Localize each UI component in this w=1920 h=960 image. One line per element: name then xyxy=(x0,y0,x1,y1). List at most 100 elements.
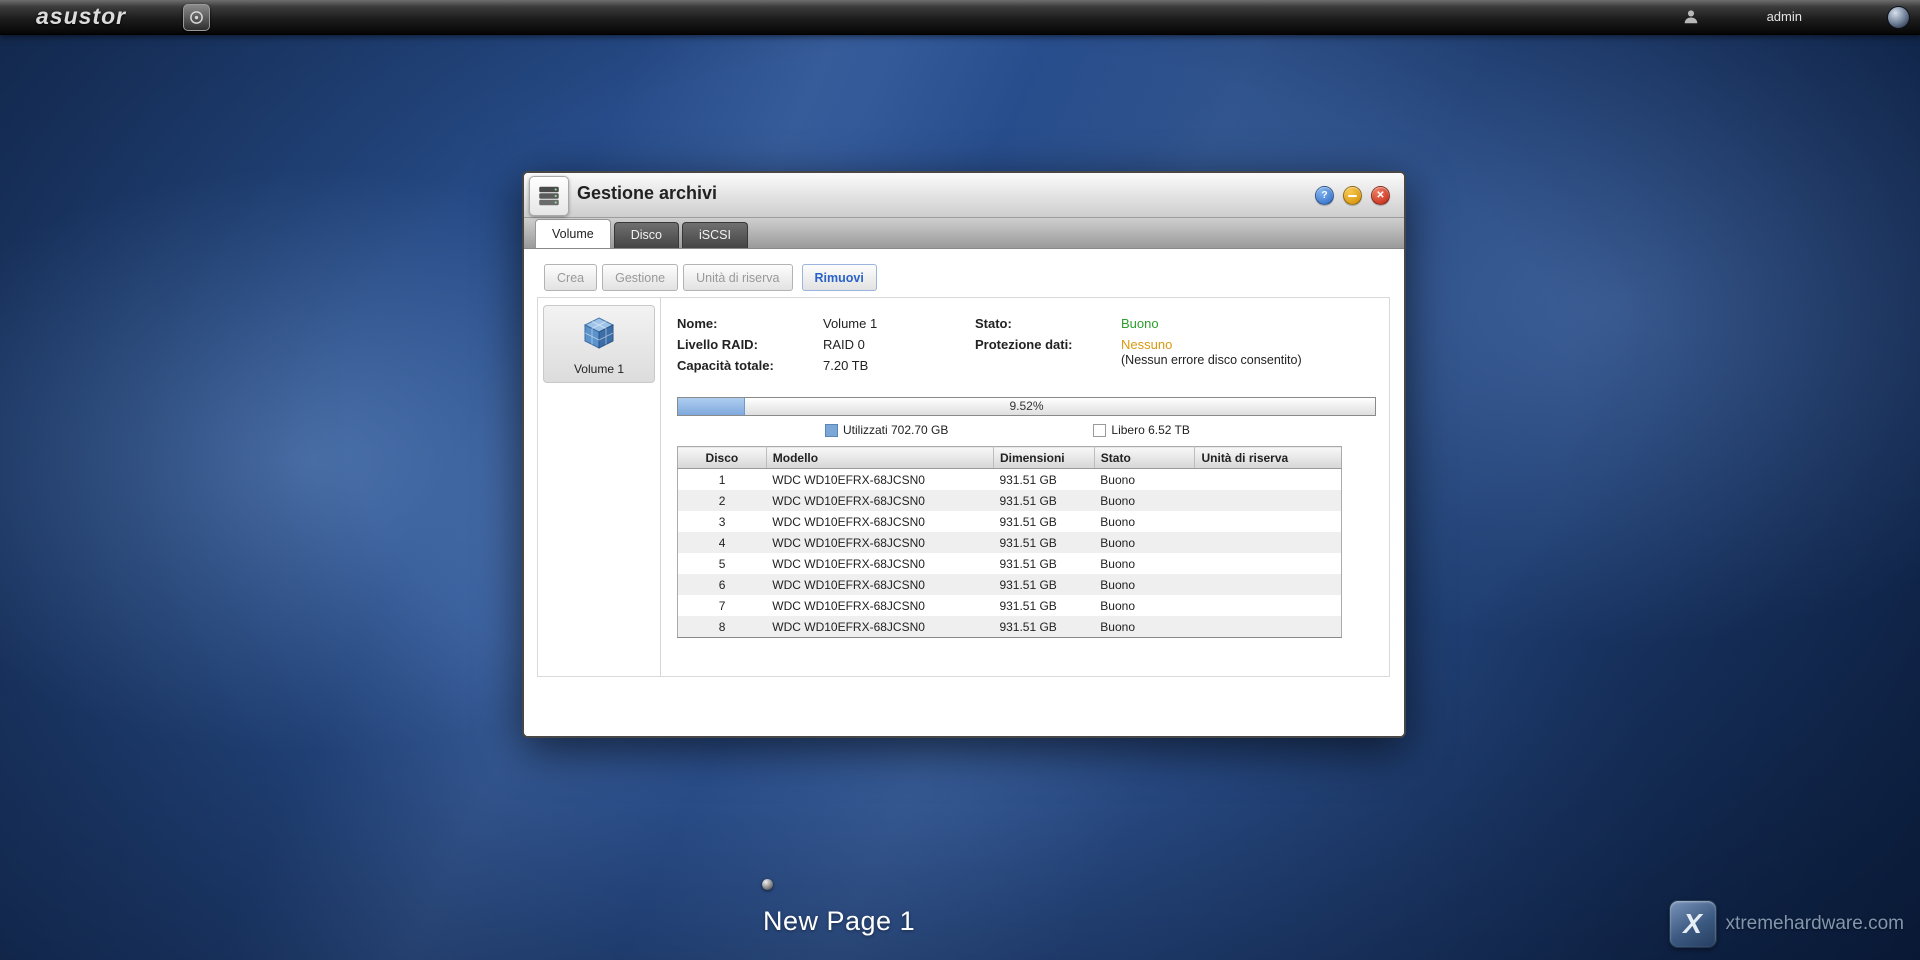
volume-item-label: Volume 1 xyxy=(544,362,654,376)
gestione-button[interactable]: Gestione xyxy=(602,264,678,291)
unita-di-riserva-button[interactable]: Unità di riserva xyxy=(683,264,792,291)
usage-legend: Utilizzati 702.70 GB Libero 6.52 TB xyxy=(677,423,1389,437)
disk-table-header[interactable]: Unità di riserva xyxy=(1195,447,1342,469)
window-title: Gestione archivi xyxy=(577,183,717,204)
disk-table-cell: 7 xyxy=(678,595,767,616)
window-controls: ? ✕ xyxy=(1315,186,1390,205)
disk-glyph-icon xyxy=(189,10,204,25)
disk-table-row[interactable]: 4WDC WD10EFRX-68JCSN0931.51 GBBuono xyxy=(678,532,1342,553)
watermark-text: xtremehardware.com xyxy=(1726,913,1904,935)
disk-table-cell: WDC WD10EFRX-68JCSN0 xyxy=(766,469,993,491)
tab-iscsi[interactable]: iSCSI xyxy=(682,222,748,248)
disk-table-row[interactable]: 5WDC WD10EFRX-68JCSN0931.51 GBBuono xyxy=(678,553,1342,574)
disk-table-row[interactable]: 8WDC WD10EFRX-68JCSN0931.51 GBBuono xyxy=(678,616,1342,638)
disk-table-header[interactable]: Modello xyxy=(766,447,993,469)
capacita-value: 7.20 TB xyxy=(823,358,975,373)
app-launcher-icon[interactable] xyxy=(183,4,210,31)
disk-table-cell: Buono xyxy=(1094,469,1195,491)
used-swatch-icon xyxy=(825,424,838,437)
capacita-label: Capacità totale: xyxy=(677,358,823,373)
volume-details: Nome: Volume 1 Livello RAID: RAID 0 Capa… xyxy=(677,316,1389,373)
legend-used: Utilizzati 702.70 GB xyxy=(825,423,948,437)
disk-table-cell: Buono xyxy=(1094,574,1195,595)
disk-table-cell: 6 xyxy=(678,574,767,595)
stato-value: Buono xyxy=(1121,316,1302,331)
disk-table-row[interactable]: 7WDC WD10EFRX-68JCSN0931.51 GBBuono xyxy=(678,595,1342,616)
protezione-value-block: Nessuno (Nessun errore disco consentito) xyxy=(1121,337,1302,367)
disk-table-cell: 931.51 GB xyxy=(993,511,1094,532)
nome-value: Volume 1 xyxy=(823,316,975,331)
usage-progress-bar: 9.52% xyxy=(677,397,1376,416)
disk-table-cell: WDC WD10EFRX-68JCSN0 xyxy=(766,553,993,574)
disk-table-cell: Buono xyxy=(1094,595,1195,616)
disk-table-cell: 3 xyxy=(678,511,767,532)
disk-table-row[interactable]: 1WDC WD10EFRX-68JCSN0931.51 GBBuono xyxy=(678,469,1342,491)
volume-content-panel: Volume 1 Nome: Volume 1 Livello RAID: RA… xyxy=(537,297,1390,677)
disk-table: DiscoModelloDimensioniStatoUnità di rise… xyxy=(677,446,1342,638)
disk-table-cell: WDC WD10EFRX-68JCSN0 xyxy=(766,616,993,638)
crea-button[interactable]: Crea xyxy=(544,264,597,291)
help-button[interactable]: ? xyxy=(1315,186,1334,205)
free-label: Libero 6.52 TB xyxy=(1111,423,1190,437)
system-topbar: asustor admin xyxy=(0,0,1920,35)
minimize-button[interactable] xyxy=(1343,186,1362,205)
disk-table-cell: 2 xyxy=(678,490,767,511)
disk-table-cell xyxy=(1195,595,1342,616)
raid-value: RAID 0 xyxy=(823,337,975,352)
bullet-sphere-icon xyxy=(762,879,773,890)
window-titlebar[interactable]: Gestione archivi ? ✕ xyxy=(524,173,1404,218)
disk-table-cell xyxy=(1195,574,1342,595)
disk-table-cell: WDC WD10EFRX-68JCSN0 xyxy=(766,490,993,511)
disk-table-cell: Buono xyxy=(1094,511,1195,532)
rimuovi-button[interactable]: Rimuovi xyxy=(802,264,877,291)
storage-manager-app-icon xyxy=(529,176,569,216)
tab-disco[interactable]: Disco xyxy=(614,222,679,248)
volume-toolbar: Crea Gestione Unità di riserva Rimuovi xyxy=(524,249,1404,291)
disk-table-header-row: DiscoModelloDimensioniStatoUnità di rise… xyxy=(678,447,1342,469)
window-body: Crea Gestione Unità di riserva Rimuovi V… xyxy=(524,249,1404,736)
disk-table-cell: Buono xyxy=(1094,532,1195,553)
disk-table-cell xyxy=(1195,553,1342,574)
disk-table-header[interactable]: Dimensioni xyxy=(993,447,1094,469)
disk-table-row[interactable]: 6WDC WD10EFRX-68JCSN0931.51 GBBuono xyxy=(678,574,1342,595)
raid-label: Livello RAID: xyxy=(677,337,823,352)
user-silhouette-icon[interactable] xyxy=(1682,8,1700,26)
legend-free: Libero 6.52 TB xyxy=(1093,423,1190,437)
disk-table-body: 1WDC WD10EFRX-68JCSN0931.51 GBBuono2WDC … xyxy=(678,469,1342,638)
details-right-column: Stato: Buono Protezione dati: Nessuno (N… xyxy=(975,316,1302,373)
disk-stack-icon xyxy=(536,183,562,209)
disk-table-cell xyxy=(1195,616,1342,638)
volume-list-item[interactable]: Volume 1 xyxy=(543,305,655,383)
minimize-bar-icon xyxy=(1348,195,1357,197)
nome-label: Nome: xyxy=(677,316,823,331)
disk-table-cell xyxy=(1195,490,1342,511)
disk-table-cell: WDC WD10EFRX-68JCSN0 xyxy=(766,574,993,595)
disk-table-cell: 931.51 GB xyxy=(993,595,1094,616)
disk-table-header[interactable]: Stato xyxy=(1094,447,1195,469)
disk-table-cell: Buono xyxy=(1094,553,1195,574)
search-orb-icon[interactable] xyxy=(1887,6,1910,29)
volume-list-sidebar: Volume 1 xyxy=(538,298,661,676)
disk-table-cell: 931.51 GB xyxy=(993,532,1094,553)
disk-table-cell: WDC WD10EFRX-68JCSN0 xyxy=(766,532,993,553)
disk-table-cell: WDC WD10EFRX-68JCSN0 xyxy=(766,511,993,532)
protezione-label: Protezione dati: xyxy=(975,337,1121,367)
usage-percent-label: 9.52% xyxy=(678,398,1375,415)
logged-in-user[interactable]: admin xyxy=(1767,9,1802,24)
close-button[interactable]: ✕ xyxy=(1371,186,1390,205)
protezione-value: Nessuno xyxy=(1121,337,1302,352)
disk-table-row[interactable]: 2WDC WD10EFRX-68JCSN0931.51 GBBuono xyxy=(678,490,1342,511)
disk-table-cell xyxy=(1195,532,1342,553)
tab-volume[interactable]: Volume xyxy=(535,219,611,248)
stato-label: Stato: xyxy=(975,316,1121,331)
window-tabbar: Volume Disco iSCSI xyxy=(524,218,1404,249)
disk-table-cell: 1 xyxy=(678,469,767,491)
disk-table-cell: 931.51 GB xyxy=(993,490,1094,511)
disk-table-cell: 8 xyxy=(678,616,767,638)
volume-cube-icon xyxy=(579,314,619,354)
disk-table-header[interactable]: Disco xyxy=(678,447,767,469)
disk-table-cell xyxy=(1195,469,1342,491)
disk-table-row[interactable]: 3WDC WD10EFRX-68JCSN0931.51 GBBuono xyxy=(678,511,1342,532)
watermark: X xtremehardware.com xyxy=(1669,900,1904,948)
disk-table-cell: Buono xyxy=(1094,616,1195,638)
